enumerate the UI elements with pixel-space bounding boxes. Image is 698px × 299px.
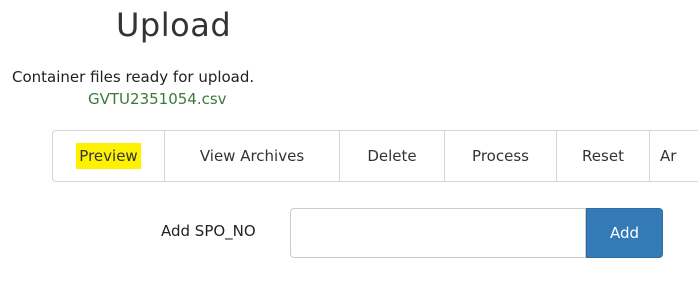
- truncated-toolbar-button[interactable]: Ar: [649, 130, 698, 182]
- page-title: Upload: [116, 6, 232, 44]
- file-item[interactable]: GVTU2351054.csv: [88, 90, 227, 108]
- action-toolbar: Preview View Archives Delete Process Res…: [52, 130, 698, 182]
- process-button[interactable]: Process: [444, 130, 557, 182]
- reset-button[interactable]: Reset: [556, 130, 650, 182]
- spo-no-label: Add SPO_NO: [161, 222, 256, 240]
- preview-button[interactable]: Preview: [52, 130, 165, 182]
- add-spo-button[interactable]: Add: [586, 208, 663, 258]
- delete-button[interactable]: Delete: [339, 130, 445, 182]
- view-archives-button[interactable]: View Archives: [164, 130, 340, 182]
- upload-page: Upload Container files ready for upload.…: [0, 0, 698, 299]
- upload-status-text: Container files ready for upload.: [12, 68, 255, 86]
- spo-no-input[interactable]: [290, 208, 586, 258]
- preview-button-label: Preview: [76, 143, 141, 169]
